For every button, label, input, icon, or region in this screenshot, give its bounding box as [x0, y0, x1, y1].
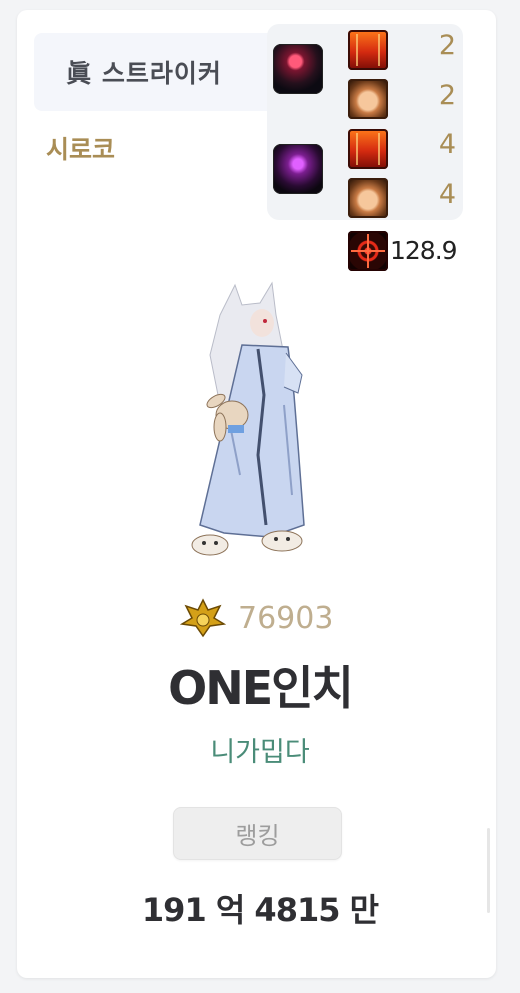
scrollbar-thumb[interactable] [487, 828, 490, 913]
fame-value: 76903 [238, 600, 334, 636]
damage-value: 191 억 4815 만 [141, 891, 379, 929]
purple-creature-avatar [273, 144, 323, 194]
red-card-icon [348, 30, 388, 70]
fame-row: 76903 [180, 598, 333, 638]
buff-count: 4 [438, 129, 456, 160]
job-tag: 眞 스트라이커 [34, 33, 284, 111]
dark-red-creature-avatar [273, 44, 323, 94]
character-sprite [191, 281, 305, 556]
buff-count: 2 [438, 80, 456, 111]
job-label: 眞 스트라이커 [66, 59, 222, 88]
buff-count: 2 [438, 30, 456, 61]
guild-name[interactable]: 니가밉다 [0, 730, 520, 769]
buff-stat-value: 128.9 [390, 236, 458, 265]
server-name: 시로코 [46, 135, 116, 164]
brown-face-icon [348, 79, 388, 119]
crosshair-icon [348, 231, 388, 271]
gold-crest-icon [180, 598, 226, 638]
ranking-button[interactable]: 랭킹 [173, 807, 342, 860]
red-card-icon [348, 129, 388, 169]
character-name: ONE인치 [168, 661, 354, 715]
brown-face-icon [348, 178, 388, 218]
buff-count: 4 [438, 179, 456, 210]
